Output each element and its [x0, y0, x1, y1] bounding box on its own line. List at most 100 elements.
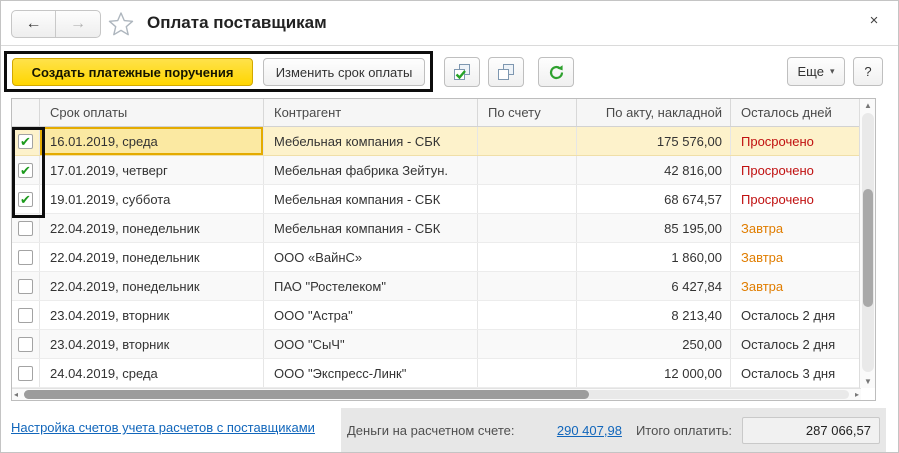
uncheck-all-button[interactable] — [488, 57, 524, 87]
horizontal-scrollbar[interactable]: ◂ ▸ — [12, 388, 861, 400]
cell-due-date[interactable]: 24.04.2019, среда — [40, 359, 264, 387]
cell-act-amount[interactable]: 1 860,00 — [577, 243, 731, 271]
vertical-scroll-thumb[interactable] — [863, 189, 873, 307]
cell-act-amount[interactable]: 85 195,00 — [577, 214, 731, 242]
cell-invoice[interactable] — [478, 301, 577, 329]
cell-invoice[interactable] — [478, 272, 577, 300]
cell-days-left[interactable]: Просрочено — [731, 127, 859, 155]
row-select-cell[interactable]: ✔ — [12, 127, 40, 155]
cell-due-date[interactable]: 16.01.2019, среда — [40, 127, 264, 155]
column-header-invoice[interactable]: По счету — [478, 99, 577, 126]
checkbox-checked-icon[interactable]: ✔ — [18, 192, 33, 207]
cell-contractor[interactable]: Мебельная компания - СБК — [264, 214, 478, 242]
cell-due-date[interactable]: 22.04.2019, понедельник — [40, 214, 264, 242]
scroll-up-icon[interactable]: ▲ — [860, 101, 876, 110]
change-due-date-button[interactable]: Изменить срок оплаты — [263, 58, 425, 86]
cell-contractor[interactable]: ООО "СыЧ" — [264, 330, 478, 358]
horizontal-scroll-thumb[interactable] — [24, 390, 589, 399]
cell-days-left[interactable]: Завтра — [731, 272, 859, 300]
back-button[interactable]: ← — [12, 11, 56, 37]
cell-act-amount[interactable]: 68 674,57 — [577, 185, 731, 213]
cell-days-left[interactable]: Осталось 2 дня — [731, 330, 859, 358]
cell-act-amount[interactable]: 42 816,00 — [577, 156, 731, 184]
checkbox-checked-icon[interactable]: ✔ — [18, 134, 33, 149]
column-header-checkbox[interactable] — [12, 99, 40, 126]
vertical-scrollbar[interactable]: ▲ ▼ — [859, 99, 875, 388]
help-button[interactable]: ? — [853, 57, 883, 86]
money-on-account-link[interactable]: 290 407,98 — [557, 423, 622, 438]
cell-contractor[interactable]: Мебельная компания - СБК — [264, 127, 478, 155]
cell-days-left[interactable]: Осталось 3 дня — [731, 359, 859, 387]
checkbox-checked-icon[interactable]: ✔ — [18, 163, 33, 178]
checkbox-unchecked-icon[interactable] — [18, 308, 33, 323]
cell-invoice[interactable] — [478, 359, 577, 387]
cell-days-left[interactable]: Осталось 2 дня — [731, 301, 859, 329]
row-select-cell[interactable] — [12, 301, 40, 329]
table-row[interactable]: 23.04.2019, вторникООО "СыЧ" 250,00Остало… — [12, 330, 875, 359]
cell-days-left[interactable]: Просрочено — [731, 185, 859, 213]
cell-due-date[interactable]: 22.04.2019, понедельник — [40, 272, 264, 300]
checkbox-unchecked-icon[interactable] — [18, 279, 33, 294]
cell-due-date[interactable]: 23.04.2019, вторник — [40, 301, 264, 329]
checkbox-unchecked-icon[interactable] — [18, 337, 33, 352]
cell-contractor[interactable]: ООО "Экспресс-Линк" — [264, 359, 478, 387]
cell-invoice[interactable] — [478, 156, 577, 184]
cell-contractor[interactable]: Мебельная фабрика Зейтун. — [264, 156, 478, 184]
column-header-act[interactable]: По акту, накладной — [577, 99, 731, 126]
close-icon[interactable]: × — [864, 11, 884, 31]
table-row[interactable]: 22.04.2019, понедельникООО «ВайнС» 1 860,… — [12, 243, 875, 272]
row-select-cell[interactable] — [12, 243, 40, 271]
cell-contractor[interactable]: ООО «ВайнС» — [264, 243, 478, 271]
scroll-down-icon[interactable]: ▼ — [860, 377, 876, 386]
cell-invoice[interactable] — [478, 330, 577, 358]
cell-due-date[interactable]: 22.04.2019, понедельник — [40, 243, 264, 271]
cell-act-amount[interactable]: 175 576,00 — [577, 127, 731, 155]
row-select-cell[interactable]: ✔ — [12, 185, 40, 213]
column-header-days-left[interactable]: Осталось дней — [731, 99, 859, 126]
cell-due-date[interactable]: 23.04.2019, вторник — [40, 330, 264, 358]
cell-due-date[interactable]: 17.01.2019, четверг — [40, 156, 264, 184]
cell-days-left[interactable]: Завтра — [731, 243, 859, 271]
table-row[interactable]: 23.04.2019, вторникООО "Астра" 8 213,40Ос… — [12, 301, 875, 330]
cell-days-left[interactable]: Завтра — [731, 214, 859, 242]
table-row[interactable]: 22.04.2019, понедельникПАО "Ростелеком" 6… — [12, 272, 875, 301]
cell-contractor[interactable]: Мебельная компания - СБК — [264, 185, 478, 213]
cell-days-left[interactable]: Просрочено — [731, 156, 859, 184]
checkbox-unchecked-icon[interactable] — [18, 250, 33, 265]
column-header-due-date[interactable]: Срок оплаты — [40, 99, 264, 126]
forward-button[interactable]: → — [56, 11, 100, 37]
cell-invoice[interactable] — [478, 185, 577, 213]
cell-due-date[interactable]: 19.01.2019, суббота — [40, 185, 264, 213]
checkbox-unchecked-icon[interactable] — [18, 221, 33, 236]
cell-act-amount[interactable]: 250,00 — [577, 330, 731, 358]
table-row[interactable]: ✔ 17.01.2019, четвергМебельная фабрика Зе… — [12, 156, 875, 185]
cell-act-amount[interactable]: 8 213,40 — [577, 301, 731, 329]
cell-contractor[interactable]: ПАО "Ростелеком" — [264, 272, 478, 300]
favorite-star-icon[interactable] — [107, 10, 135, 38]
row-select-cell[interactable] — [12, 272, 40, 300]
row-select-cell[interactable] — [12, 359, 40, 387]
scroll-right-icon[interactable]: ▸ — [855, 390, 859, 399]
cell-act-amount[interactable]: 12 000,00 — [577, 359, 731, 387]
row-select-cell[interactable] — [12, 214, 40, 242]
more-button[interactable]: Еще ▾ — [787, 57, 845, 86]
table-row[interactable]: 22.04.2019, понедельникМебельная компани… — [12, 214, 875, 243]
checkbox-unchecked-icon[interactable] — [18, 366, 33, 381]
settings-link[interactable]: Настройка счетов учета расчетов с постав… — [11, 420, 315, 435]
cell-invoice[interactable] — [478, 127, 577, 155]
refresh-button[interactable] — [538, 57, 574, 87]
horizontal-scroll-track[interactable] — [24, 390, 849, 399]
row-select-cell[interactable]: ✔ — [12, 156, 40, 184]
row-select-cell[interactable] — [12, 330, 40, 358]
scroll-left-icon[interactable]: ◂ — [14, 390, 18, 399]
check-all-button[interactable] — [444, 57, 480, 87]
table-row[interactable]: 24.04.2019, средаООО "Экспресс-Линк" 12 0… — [12, 359, 875, 388]
table-row[interactable]: ✔ 19.01.2019, субботаМебельная компания -… — [12, 185, 875, 214]
cell-invoice[interactable] — [478, 243, 577, 271]
cell-contractor[interactable]: ООО "Астра" — [264, 301, 478, 329]
column-header-contractor[interactable]: Контрагент — [264, 99, 478, 126]
vertical-scroll-track[interactable] — [862, 113, 874, 372]
create-payment-orders-button[interactable]: Создать платежные поручения — [12, 58, 253, 86]
cell-act-amount[interactable]: 6 427,84 — [577, 272, 731, 300]
cell-invoice[interactable] — [478, 214, 577, 242]
